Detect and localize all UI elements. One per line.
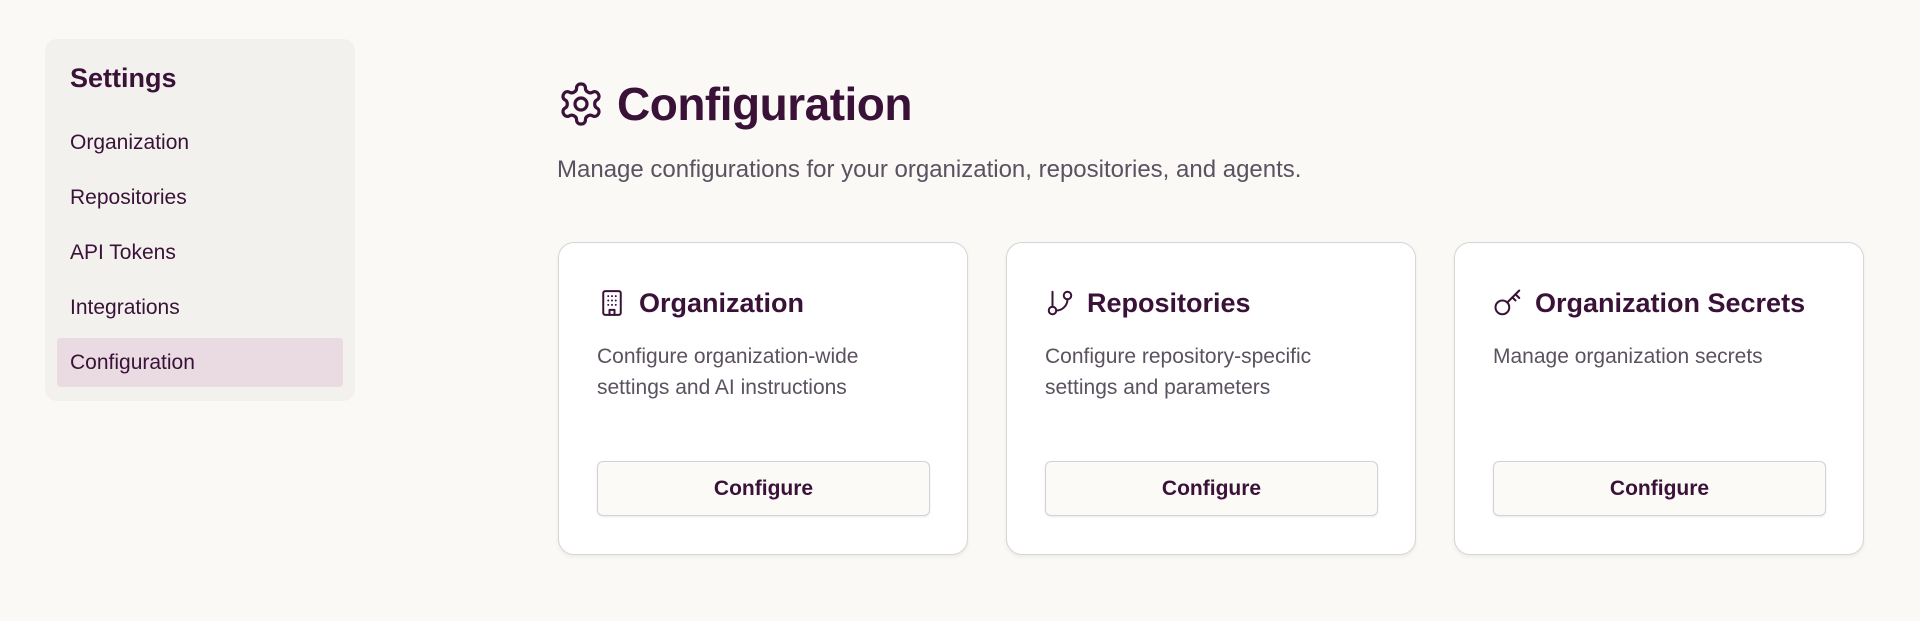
page-title: Configuration — [617, 78, 913, 130]
card-title: Repositories — [1087, 287, 1251, 318]
settings-sidebar: Settings Organization Repositories API T… — [45, 39, 355, 401]
building-icon — [597, 288, 627, 318]
page-header: Configuration — [557, 70, 1867, 138]
sidebar-item-organization[interactable]: Organization — [57, 118, 343, 167]
card-description: Configure organization-wide settings and… — [597, 345, 859, 399]
key-icon — [1493, 288, 1523, 318]
organization-card: Organization Configure organization-wide… — [558, 242, 968, 555]
configuration-page: Settings Organization Repositories API T… — [0, 0, 1920, 621]
main-content: Configuration Manage configurations for … — [557, 70, 1867, 555]
card-header: Organization — [597, 283, 930, 323]
sidebar-title: Settings — [70, 63, 177, 93]
card-title: Organization — [639, 287, 805, 318]
configure-repositories-button[interactable]: Configure — [1045, 461, 1378, 516]
sidebar-item-integrations[interactable]: Integrations — [57, 283, 343, 332]
sidebar-nav: Organization Repositories API Tokens Int… — [57, 118, 343, 387]
sidebar-item-api-tokens[interactable]: API Tokens — [57, 228, 343, 277]
card-description: Manage organization secrets — [1493, 345, 1763, 368]
repositories-card: Repositories Configure repository-specif… — [1006, 242, 1416, 555]
card-header: Repositories — [1045, 283, 1378, 323]
sidebar-item-configuration[interactable]: Configuration — [57, 338, 343, 387]
gear-icon — [557, 80, 605, 128]
card-header: Organization Secrets — [1493, 283, 1826, 323]
organization-secrets-card: Organization Secrets Manage organization… — [1454, 242, 1864, 555]
config-cards: Organization Configure organization-wide… — [558, 242, 1864, 555]
git-branch-icon — [1045, 288, 1075, 318]
page-subtitle: Manage configurations for your organizat… — [557, 156, 1302, 183]
configure-organization-button[interactable]: Configure — [597, 461, 930, 516]
configure-secrets-button[interactable]: Configure — [1493, 461, 1826, 516]
card-title: Organization Secrets — [1535, 287, 1806, 318]
sidebar-item-repositories[interactable]: Repositories — [57, 173, 343, 222]
card-description: Configure repository-specific settings a… — [1045, 345, 1312, 399]
